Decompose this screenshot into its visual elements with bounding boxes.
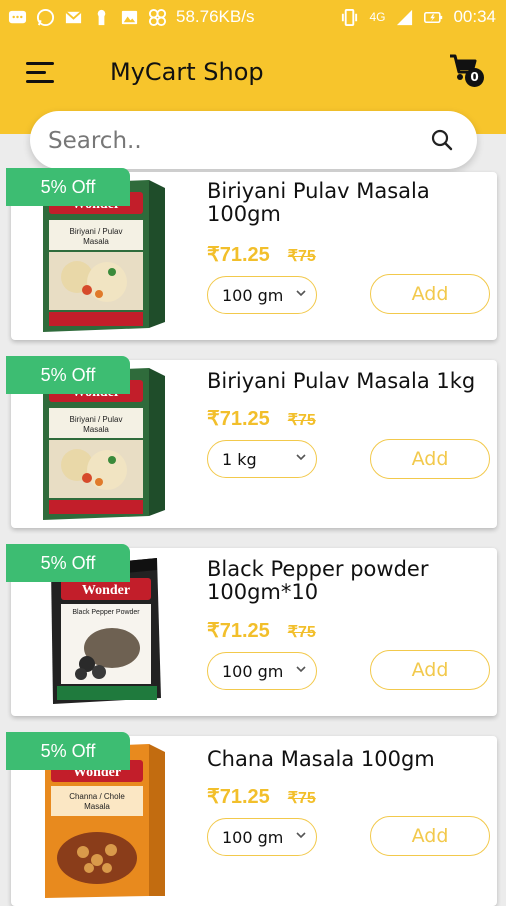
size-value: 100 gm (222, 828, 284, 847)
svg-text:Masala: Masala (83, 425, 109, 434)
product-card[interactable]: Wonder Biriyani / Pulav Masala 5% Off Bi… (6, 168, 497, 340)
cart-count-badge: 0 (465, 68, 484, 87)
signal-icon (397, 9, 413, 25)
gmail-icon (65, 10, 82, 23)
search-icon[interactable] (430, 128, 454, 152)
discount-badge: 5% Off (6, 544, 130, 582)
product-price: ₹71.25 (207, 786, 270, 808)
svg-text:Black Pepper Powder: Black Pepper Powder (72, 609, 140, 616)
svg-text:Channa / Chole: Channa / Chole (69, 792, 125, 801)
product-name: Biriyani Pulav Masala 1kg (207, 369, 476, 393)
product-name: Biriyani Pulav Masala 100gm (207, 179, 430, 226)
svg-text:Masala: Masala (84, 802, 110, 811)
svg-text:Biriyani / Pulav: Biriyani / Pulav (70, 415, 123, 424)
cart-button[interactable]: 0 (448, 52, 488, 92)
product-mrp: ₹75 (287, 248, 316, 265)
product-mrp: ₹75 (287, 412, 316, 429)
product-price: ₹71.25 (207, 620, 270, 642)
status-bar: 58.76KB/s 4G 00:34 (0, 0, 506, 36)
price-row: ₹71.25 ₹75 (207, 784, 316, 809)
size-select[interactable]: 1 kg (207, 440, 317, 478)
discount-badge: 5% Off (6, 356, 130, 394)
size-value: 100 gm (222, 662, 284, 681)
vibrate-icon (342, 8, 358, 26)
chevron-down-icon (296, 666, 306, 673)
chevron-down-icon (296, 832, 306, 839)
whatsapp-icon (36, 8, 55, 26)
product-price: ₹71.25 (207, 244, 270, 266)
product-name: Chana Masala 100gm (207, 747, 435, 771)
chevron-down-icon (296, 454, 306, 461)
price-row: ₹71.25 ₹75 (207, 618, 316, 643)
svg-text:Biriyani / Pulav: Biriyani / Pulav (70, 227, 123, 236)
product-mrp: ₹75 (287, 790, 316, 807)
search-bar (30, 111, 477, 169)
product-price: ₹71.25 (207, 408, 270, 430)
keyhole-icon (97, 9, 106, 25)
price-row: ₹71.25 ₹75 (207, 406, 316, 431)
svg-text:Masala: Masala (83, 237, 109, 246)
discount-badge: 5% Off (6, 732, 130, 770)
size-select[interactable]: 100 gm (207, 276, 317, 314)
discount-badge: 5% Off (6, 168, 130, 206)
chevron-down-icon (296, 290, 306, 297)
clock: 00:34 (453, 7, 496, 26)
product-card[interactable]: Wonder Channa / Chole Masala 5% Off Chan… (6, 732, 497, 906)
battery-icon (424, 11, 443, 23)
brand-label: Wonder (82, 583, 130, 598)
add-button[interactable]: Add (370, 816, 490, 856)
product-card[interactable]: Wonder Black Pepper Powder 5% Off Black … (6, 544, 497, 716)
network-type: 4G (369, 10, 386, 24)
product-mrp: ₹75 (287, 624, 316, 641)
add-button[interactable]: Add (370, 439, 490, 479)
network-speed: 58.76KB/s (176, 7, 255, 26)
add-button[interactable]: Add (370, 274, 490, 314)
size-select[interactable]: 100 gm (207, 652, 317, 690)
size-select[interactable]: 100 gm (207, 818, 317, 856)
app-title: MyCart Shop (110, 58, 264, 86)
gallery-icon (121, 10, 138, 24)
size-value: 1 kg (222, 450, 257, 469)
add-button[interactable]: Add (370, 650, 490, 690)
message-icon (8, 10, 27, 23)
size-value: 100 gm (222, 286, 284, 305)
product-card[interactable]: Wonder Biriyani / Pulav Masala 5% Off Bi… (6, 356, 497, 528)
menu-icon[interactable] (26, 62, 54, 84)
search-input[interactable] (46, 119, 420, 163)
price-row: ₹71.25 ₹75 (207, 242, 316, 267)
product-name: Black Pepper powder 100gm*10 (207, 557, 429, 604)
fan-icon (148, 8, 167, 26)
